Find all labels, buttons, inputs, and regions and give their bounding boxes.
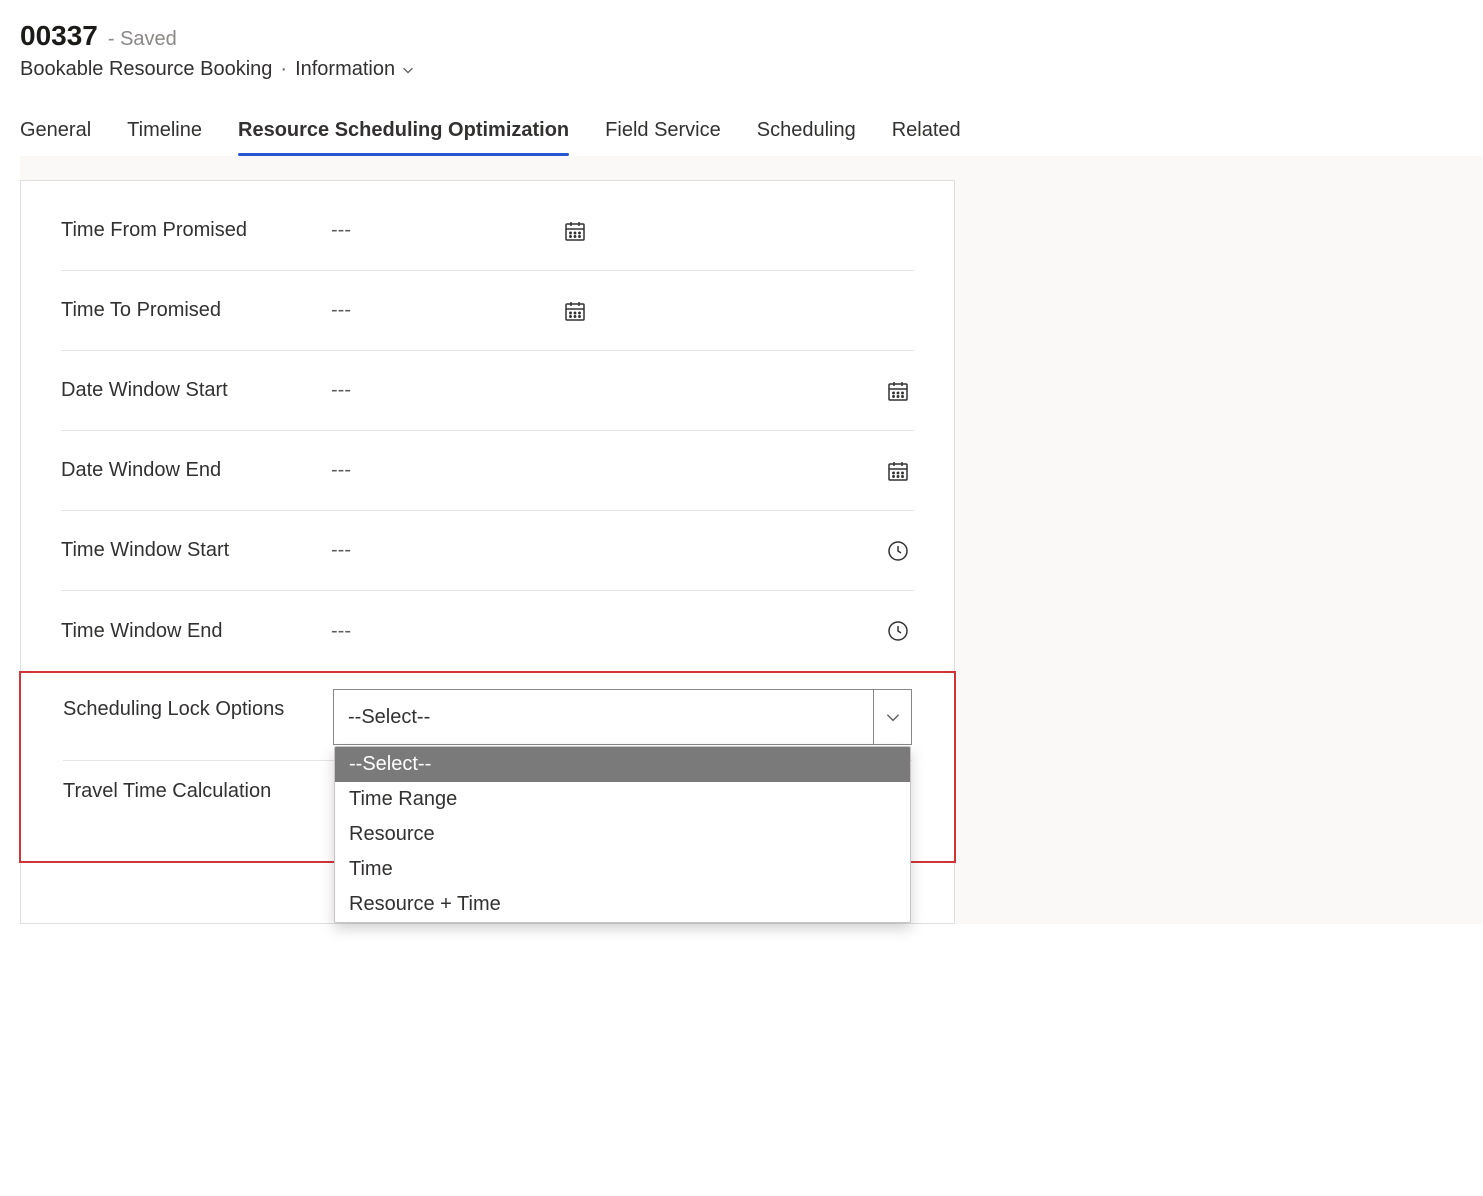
highlight-annotation: Scheduling Lock Options --Select-- --Sel… [19,671,956,863]
field-label: Time Window Start [61,539,331,562]
record-header: 00337 - Saved Bookable Resource Booking … [20,20,1483,81]
clock-icon [886,619,910,643]
separator-dot: · [280,58,287,81]
dropdown-option-resource[interactable]: Resource [335,817,910,852]
field-date-window-start[interactable]: Date Window Start --- [61,351,914,431]
select-caret [873,690,911,744]
saved-status: - Saved [108,28,177,51]
field-date-window-end[interactable]: Date Window End --- [61,431,914,511]
scheduling-lock-select[interactable]: --Select-- --Select-- Time Range Resourc… [333,689,912,745]
field-time-window-end[interactable]: Time Window End --- [61,591,914,671]
tab-general[interactable]: General [20,113,91,156]
record-title: 00337 [20,20,98,52]
calendar-icon [886,459,910,483]
calendar-icon [886,379,910,403]
field-value: --- [331,620,351,643]
field-value: --- [331,539,351,562]
field-value: --- [331,299,351,322]
form-selector[interactable]: Information [295,58,415,81]
field-label: Date Window Start [61,379,331,402]
calendar-icon [563,299,587,323]
scheduling-lock-dropdown: --Select-- Time Range Resource Time Reso… [334,746,911,923]
tab-field-service[interactable]: Field Service [605,113,721,156]
chevron-down-icon [884,708,902,726]
select-value: --Select-- [348,706,430,729]
field-label: Time From Promised [61,219,331,242]
dropdown-option-select[interactable]: --Select-- [335,747,910,782]
field-label: Time To Promised [61,299,331,322]
form-card: Time From Promised --- Time To Promised … [20,180,955,924]
tab-bar: General Timeline Resource Scheduling Opt… [20,99,1483,156]
field-label: Scheduling Lock Options [63,689,333,723]
form-name: Information [295,58,395,81]
field-scheduling-lock-options: Scheduling Lock Options --Select-- --Sel… [63,673,912,761]
entity-name: Bookable Resource Booking [20,58,272,81]
field-label: Time Window End [61,620,331,643]
tab-related[interactable]: Related [892,113,961,156]
field-value: --- [331,379,351,402]
field-label: Travel Time Calculation [63,777,333,805]
field-value: --- [331,459,351,482]
field-value: --- [331,219,351,242]
field-label: Date Window End [61,459,331,482]
chevron-down-icon [401,63,415,77]
dropdown-option-resource-time[interactable]: Resource + Time [335,887,910,922]
tab-timeline[interactable]: Timeline [127,113,202,156]
tab-resource-scheduling-optimization[interactable]: Resource Scheduling Optimization [238,113,569,156]
dropdown-option-time[interactable]: Time [335,852,910,887]
field-time-from-promised[interactable]: Time From Promised --- [61,191,914,271]
clock-icon [886,539,910,563]
field-time-to-promised[interactable]: Time To Promised --- [61,271,914,351]
calendar-icon [563,219,587,243]
field-time-window-start[interactable]: Time Window Start --- [61,511,914,591]
dropdown-option-time-range[interactable]: Time Range [335,782,910,817]
tab-scheduling[interactable]: Scheduling [757,113,856,156]
